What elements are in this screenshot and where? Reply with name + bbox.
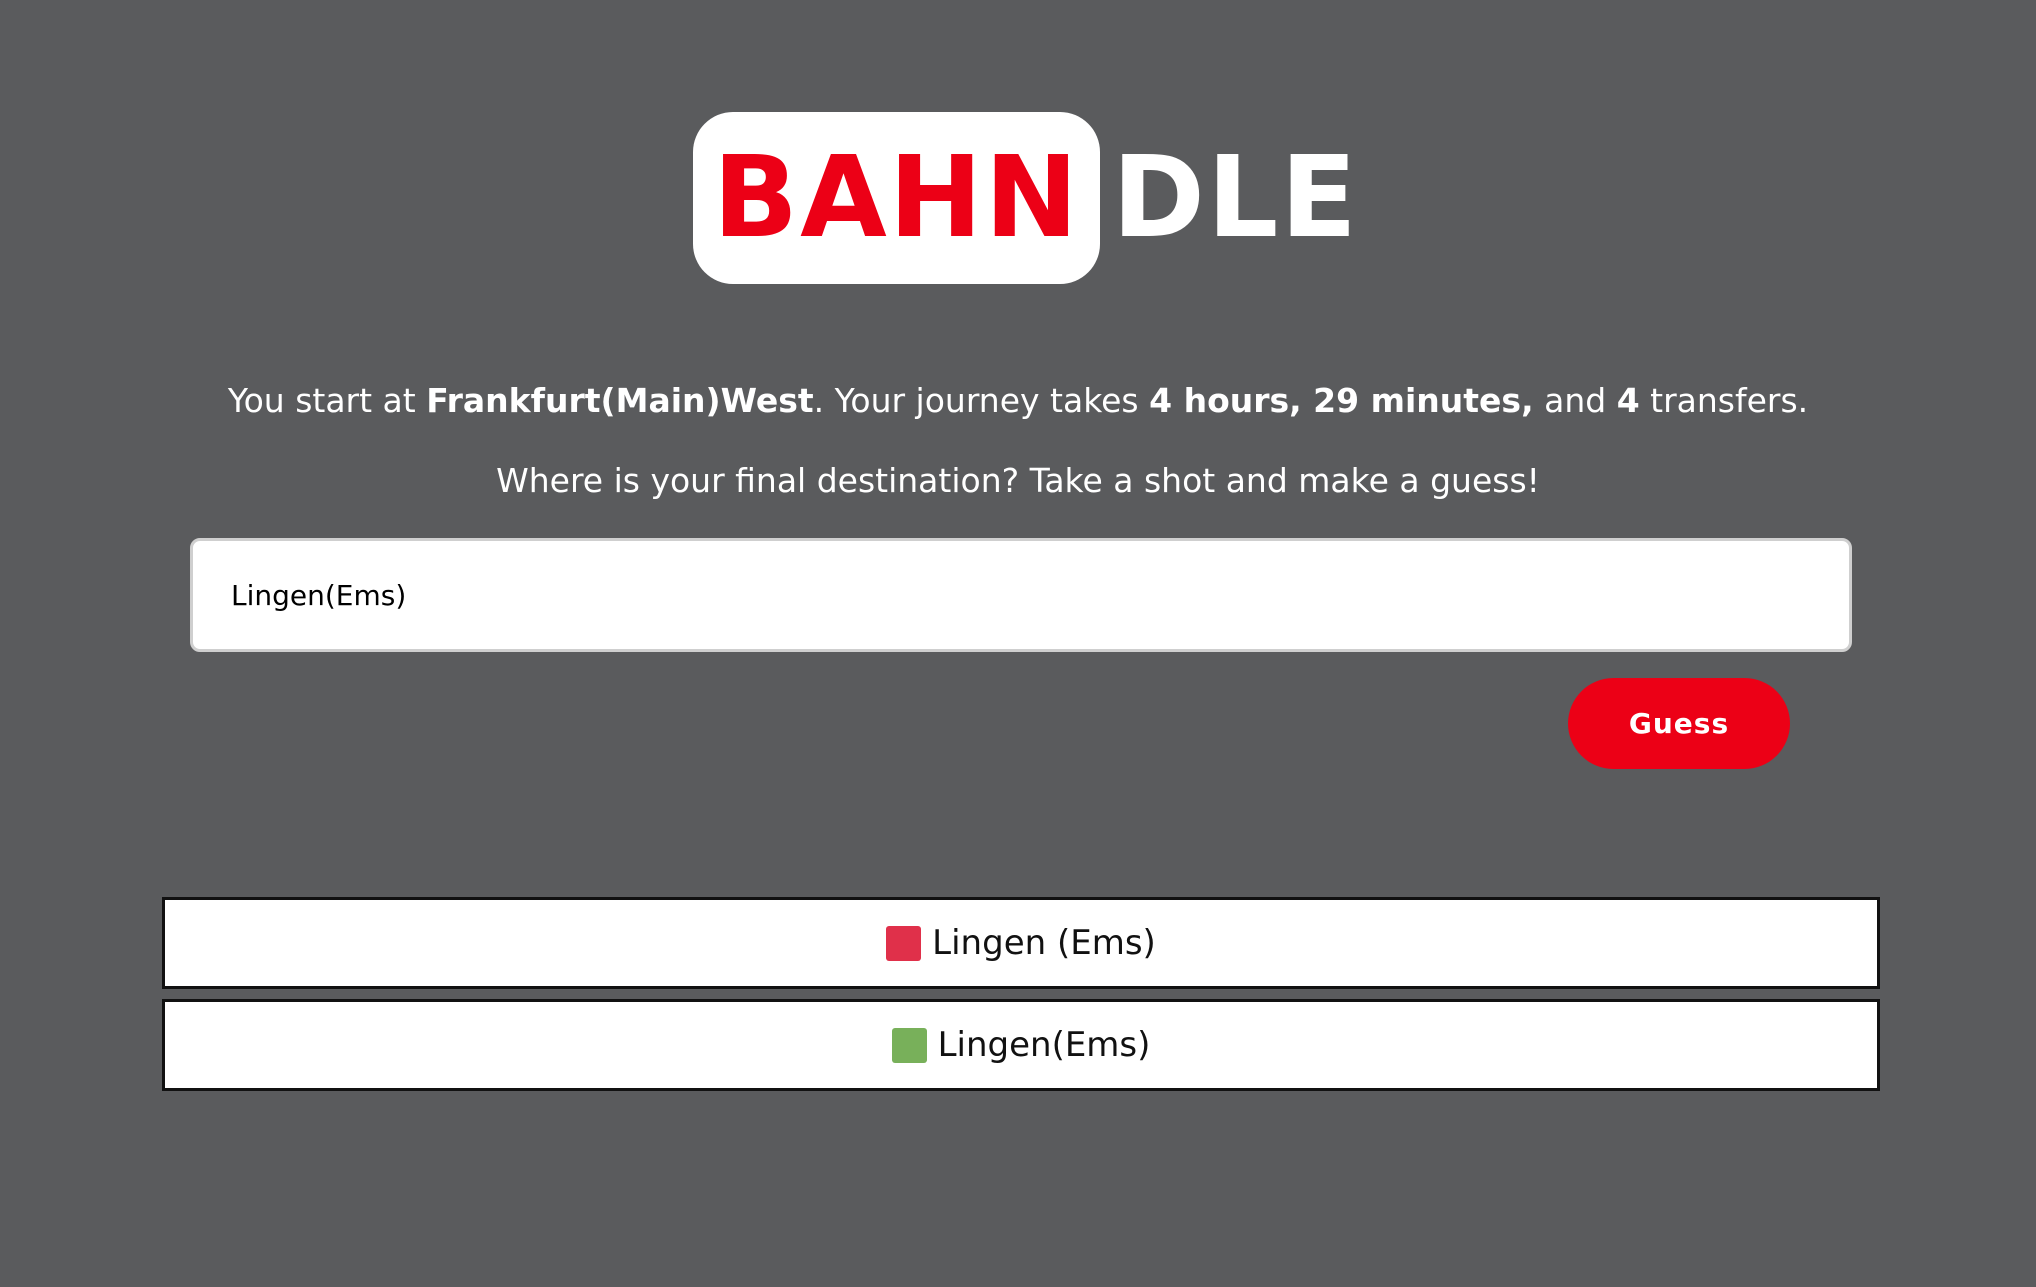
guess-row: Lingen(Ems) bbox=[162, 999, 1880, 1091]
question-prompt: Where is your final destination? Take a … bbox=[496, 461, 1540, 500]
logo-text-bahn: BAHN bbox=[712, 133, 1081, 263]
intro-suffix: transfers. bbox=[1639, 381, 1809, 420]
guess-button[interactable]: Guess bbox=[1568, 678, 1790, 769]
destination-input[interactable] bbox=[190, 538, 1852, 652]
journey-description: You start at Frankfurt(Main)West. Your j… bbox=[0, 376, 2036, 426]
guess-label: Lingen (Ems) bbox=[932, 923, 1156, 963]
guess-row: Lingen (Ems) bbox=[162, 897, 1880, 989]
correct-indicator-icon bbox=[891, 1027, 927, 1063]
logo-badge: BAHN bbox=[693, 112, 1100, 284]
guess-history: Lingen (Ems) Lingen(Ems) bbox=[162, 897, 1880, 1101]
guess-label: Lingen(Ems) bbox=[937, 1025, 1151, 1065]
bahndle-logo: BAHN DLE bbox=[693, 112, 1359, 284]
wrong-indicator-icon bbox=[886, 925, 922, 961]
intro-prefix: You start at bbox=[227, 381, 427, 420]
transfer-count: 4 bbox=[1616, 381, 1640, 420]
start-station: Frankfurt(Main)West bbox=[426, 381, 814, 420]
journey-duration: 4 hours, 29 minutes, bbox=[1149, 381, 1534, 420]
intro-mid1: . Your journey takes bbox=[813, 381, 1150, 420]
logo-text-dle: DLE bbox=[1112, 133, 1359, 263]
intro-mid2: and bbox=[1533, 381, 1617, 420]
